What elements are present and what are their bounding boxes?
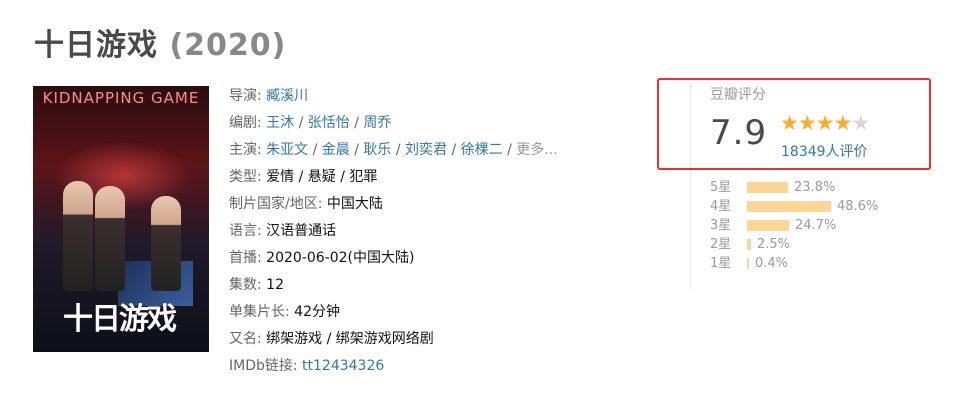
- page-title: 十日游戏 (2020): [34, 20, 286, 64]
- premiere-value: 2020-06-02(中国大陆): [266, 250, 415, 266]
- cast-link[interactable]: 耿乐: [363, 142, 391, 158]
- aka-value: 绑架游戏 / 绑架游戏网络剧: [266, 331, 434, 347]
- aka-row: 又名: 绑架游戏 / 绑架游戏网络剧: [229, 331, 434, 347]
- rating-percent: 2.5%: [757, 237, 791, 252]
- cast-link[interactable]: 徐棵二: [461, 142, 503, 158]
- rating-percent: 48.6%: [837, 199, 879, 214]
- region-value: 中国大陆: [326, 196, 383, 212]
- rating-stars: ★★★★★: [780, 111, 870, 135]
- genre-label: 类型: [229, 169, 257, 185]
- writer-link[interactable]: 周乔: [363, 115, 391, 131]
- star-empty-icon: ★: [851, 111, 870, 135]
- cast-label: 主演: [229, 142, 257, 158]
- star-icon: ★: [833, 111, 852, 135]
- writer-link[interactable]: 王沐: [266, 115, 294, 131]
- imdb-link[interactable]: tt12434326: [302, 358, 384, 374]
- language-value: 汉语普通话: [266, 223, 337, 239]
- title-name: 十日游戏: [34, 28, 158, 63]
- rating-bar: [747, 258, 749, 269]
- premiere-row: 首播: 2020-06-02(中国大陆): [229, 250, 415, 266]
- rating-bar: [747, 201, 831, 212]
- premiere-label: 首播: [229, 250, 257, 266]
- cast-link[interactable]: 朱亚文: [266, 142, 308, 158]
- poster-image[interactable]: KIDNAPPING GAME 十日游戏: [33, 86, 209, 352]
- poster-figure: [63, 181, 93, 291]
- imdb-row: IMDb链接: tt12434326: [229, 358, 385, 374]
- rating-bar: [747, 239, 751, 250]
- director-row: 导演: 臧溪川: [229, 88, 309, 104]
- director-link[interactable]: 臧溪川: [266, 88, 308, 104]
- genre-value: 爱情 / 悬疑 / 犯罪: [266, 169, 378, 185]
- rating-star-label: 2星: [710, 237, 732, 252]
- rating-votes-link[interactable]: 18349人评价: [781, 141, 868, 161]
- star-icon: ★: [780, 111, 799, 135]
- runtime-label: 单集片长: [229, 304, 285, 320]
- director-label: 导演: [229, 88, 257, 104]
- star-icon: ★: [797, 111, 817, 135]
- rating-label: 豆瓣评分: [710, 87, 766, 103]
- rating-percent: 23.8%: [794, 180, 836, 195]
- rating-star-label: 1星: [710, 256, 732, 271]
- title-year: (2020): [169, 28, 287, 63]
- writer-row: 编剧: 王沐 / 张恬怡 / 周乔: [229, 115, 392, 131]
- rating-percent: 0.4%: [755, 256, 789, 271]
- episodes-value: 12: [266, 277, 284, 293]
- region-row: 制片国家/地区: 中国大陆: [229, 196, 383, 212]
- writer-link[interactable]: 张恬怡: [308, 115, 350, 131]
- rating-star-label: 4星: [710, 199, 732, 214]
- cast-link[interactable]: 金晨: [322, 142, 350, 158]
- poster-logo: 十日游戏: [63, 302, 177, 337]
- rating-score: 7.9: [710, 113, 768, 153]
- poster-figure: [151, 196, 181, 291]
- poster-title-en: KIDNAPPING GAME: [42, 89, 200, 107]
- aka-label: 又名: [229, 331, 257, 347]
- info-panel: 导演: 臧溪川 编剧: 王沐 / 张恬怡 / 周乔 主演: 朱亚文 / 金晨 /…: [229, 83, 649, 380]
- imdb-label: IMDb链接: [229, 358, 293, 374]
- runtime-row: 单集片长: 42分钟: [229, 304, 340, 320]
- cast-link[interactable]: 刘奕君: [405, 142, 447, 158]
- genre-row: 类型: 爱情 / 悬疑 / 犯罪: [229, 169, 378, 185]
- rating-bar: [747, 182, 788, 193]
- episodes-label: 集数: [229, 277, 257, 293]
- language-row: 语言: 汉语普通话: [229, 223, 337, 239]
- writer-label: 编剧: [229, 115, 257, 131]
- star-icon: ★: [815, 111, 835, 135]
- runtime-value: 42分钟: [294, 304, 340, 320]
- rating-star-label: 3星: [710, 218, 732, 233]
- rating-percent: 24.7%: [795, 218, 837, 233]
- cast-more-link[interactable]: 更多...: [516, 142, 557, 158]
- episodes-row: 集数: 12: [229, 277, 284, 293]
- rating-star-label: 5星: [710, 180, 732, 195]
- language-label: 语言: [229, 223, 257, 239]
- region-label: 制片国家/地区: [229, 196, 318, 212]
- cast-row: 主演: 朱亚文 / 金晨 / 耿乐 / 刘奕君 / 徐棵二 / 更多...: [229, 142, 558, 158]
- rating-bar: [747, 220, 789, 231]
- poster-figure: [95, 186, 125, 291]
